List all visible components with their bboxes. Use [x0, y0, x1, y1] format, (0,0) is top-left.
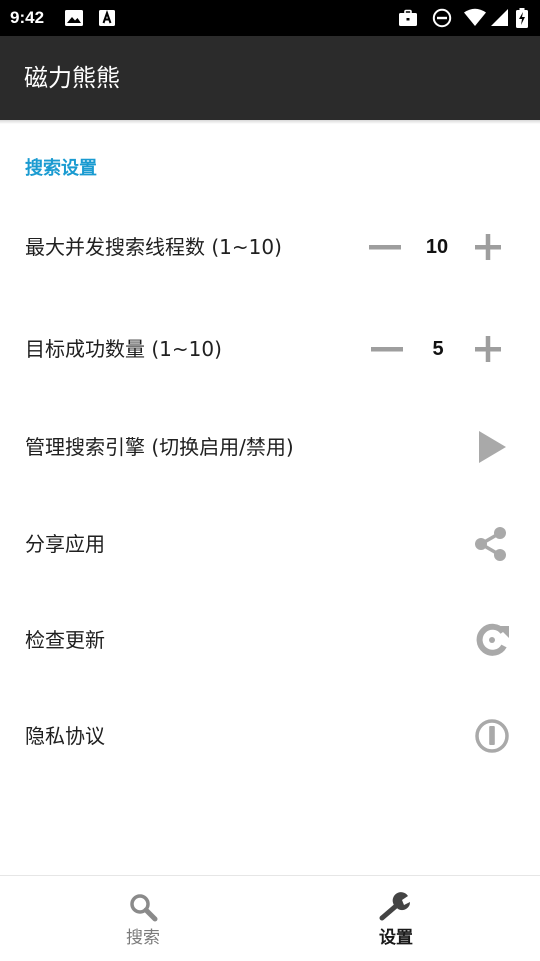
setting-row-check-update[interactable]: 检查更新	[0, 610, 540, 670]
font-download-icon	[97, 8, 117, 28]
app-bar: 磁力熊熊	[0, 36, 540, 120]
info-icon[interactable]	[472, 716, 512, 756]
decrement-button[interactable]	[367, 229, 403, 265]
section-title-search-settings: 搜索设置	[25, 158, 97, 179]
do-not-disturb-icon	[432, 8, 452, 28]
setting-label-privacy: 隐私协议	[25, 724, 105, 748]
increment-button[interactable]	[470, 229, 506, 265]
stepper-value: 10	[425, 236, 449, 258]
setting-row-share-app[interactable]: 分享应用	[0, 514, 540, 574]
work-briefcase-icon	[398, 8, 418, 28]
setting-label-manage-engines: 管理搜索引擎 (切换启用/禁用)	[25, 435, 294, 459]
status-time: 9:42	[10, 8, 45, 27]
nav-item-settings[interactable]: 设置	[261, 876, 531, 961]
app-bar-shadow	[0, 120, 540, 124]
nav-label-settings: 设置	[379, 928, 413, 948]
search-icon	[128, 892, 158, 922]
setting-row-target-success: 目标成功数量 (1~10) 5	[0, 319, 540, 379]
setting-label-check-update: 检查更新	[25, 628, 105, 652]
setting-row-privacy[interactable]: 隐私协议	[0, 706, 540, 766]
app-title: 磁力熊熊	[24, 64, 120, 92]
image-icon	[64, 8, 84, 28]
battery-charging-icon	[515, 8, 529, 28]
increment-button[interactable]	[470, 331, 506, 367]
status-bar: 9:42	[0, 0, 540, 36]
setting-label-target-success: 目标成功数量 (1~10)	[25, 337, 222, 361]
bottom-navigation: 搜索 设置	[0, 875, 540, 961]
decrement-button[interactable]	[369, 331, 405, 367]
wrench-icon	[379, 891, 413, 921]
nav-item-search[interactable]: 搜索	[8, 876, 278, 961]
wifi-icon	[463, 8, 487, 28]
setting-label-share-app: 分享应用	[25, 532, 105, 556]
nav-label-search: 搜索	[126, 928, 160, 948]
setting-row-max-threads: 最大并发搜索线程数 (1~10) 10	[0, 217, 540, 277]
stepper-value: 5	[432, 338, 444, 360]
share-icon[interactable]	[471, 524, 511, 564]
setting-row-manage-engines[interactable]: 管理搜索引擎 (切换启用/禁用)	[0, 417, 540, 477]
setting-label-max-threads: 最大并发搜索线程数 (1~10)	[25, 235, 282, 259]
play-arrow-icon[interactable]	[471, 427, 511, 467]
cell-signal-icon	[490, 8, 510, 28]
refresh-icon[interactable]	[473, 620, 513, 660]
